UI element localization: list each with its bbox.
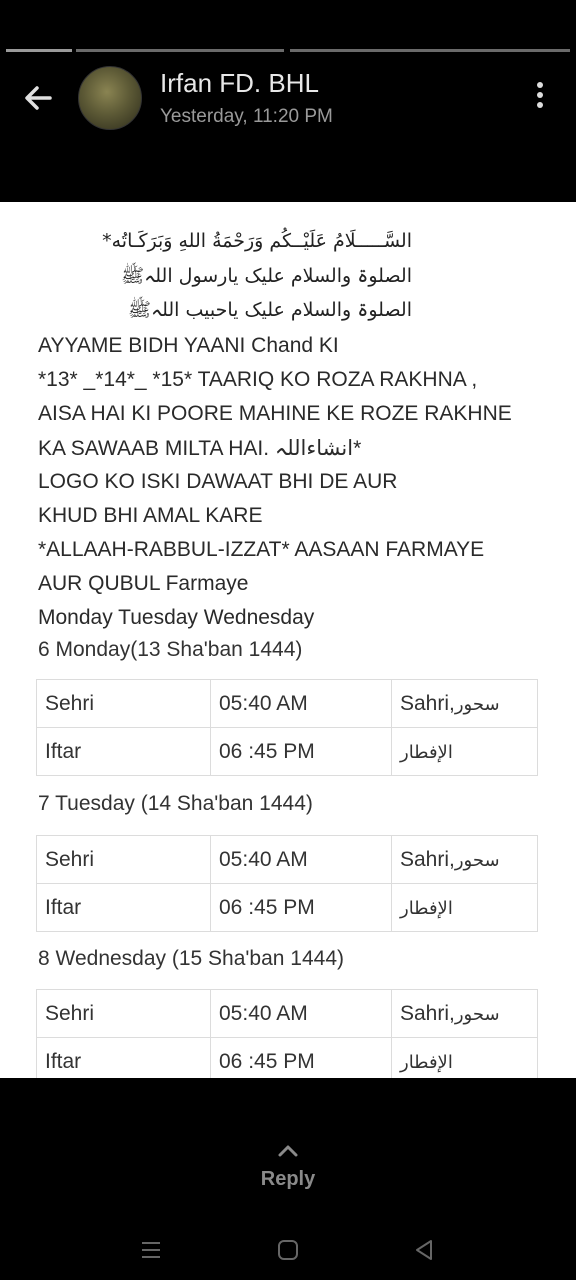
translation-arabic: سحور — [454, 693, 500, 715]
table-row: Iftar 06 :45 PM الإفطار — [36, 727, 538, 776]
avatar[interactable] — [78, 66, 142, 130]
translation-arabic: الإفطار — [400, 897, 453, 919]
day-heading-tuesday: 7 Tuesday (14 Sha'ban 1444) — [38, 792, 313, 815]
row-time: 06 :45 PM — [210, 1037, 392, 1078]
row-label: Sehri — [36, 835, 211, 884]
table-row: Iftar 06 :45 PM الإفطار — [36, 1037, 538, 1078]
story-progress-bar-3 — [290, 49, 570, 52]
row-translation: Sahri,سحور — [391, 989, 538, 1038]
table-row: Sehri 05:40 AM Sahri,سحور — [36, 989, 538, 1038]
translation-latin: Sahri, — [400, 847, 455, 871]
arabic-salutation-2: الصلوۃ والسلام علیک یاحبیب اللہﷺ — [128, 299, 412, 321]
message-image: السَّـــــلَامُ عَلَيْــكُم وَرَحْمَةُ ا… — [0, 202, 576, 1078]
message-line-5: LOGO KO ISKI DAWAAT BHI DE AUR — [38, 470, 398, 493]
story-header: Irfan FD. BHL Yesterday, 11:20 PM — [0, 60, 576, 140]
message-line-2: *13* _*14*_ *15* TAARIQ KO ROZA RAKHNA , — [38, 368, 478, 391]
row-translation: Sahri,سحور — [391, 679, 538, 728]
row-label: Iftar — [36, 1037, 211, 1078]
message-line-9: Monday Tuesday Wednesday — [38, 606, 315, 629]
timetable-monday: Sehri 05:40 AM Sahri,سحور Iftar 06 :45 P… — [36, 679, 538, 776]
message-line-3: AISA HAI KI POORE MAHINE KE ROZE RAKHNE — [38, 402, 512, 425]
message-line-7: *ALLAAH-RABBUL-IZZAT* AASAAN FARMAYE — [38, 538, 485, 561]
row-time: 06 :45 PM — [210, 883, 392, 932]
chevron-up-icon[interactable] — [276, 1142, 300, 1158]
translation-latin: Sahri, — [400, 1001, 455, 1025]
translation-arabic: سحور — [454, 1003, 500, 1025]
row-label: Iftar — [36, 883, 211, 932]
arrow-left-icon[interactable] — [20, 80, 56, 116]
row-translation: الإفطار — [391, 727, 538, 776]
table-row: Sehri 05:40 AM Sahri,سحور — [36, 679, 538, 728]
timetable-wednesday: Sehri 05:40 AM Sahri,سحور Iftar 06 :45 P… — [36, 989, 538, 1078]
timetable-tuesday: Sehri 05:40 AM Sahri,سحور Iftar 06 :45 P… — [36, 835, 538, 932]
row-translation: الإفطار — [391, 883, 538, 932]
message-line-1: AYYAME BIDH YAANI Chand KI — [38, 334, 339, 357]
row-label: Sehri — [36, 989, 211, 1038]
arabic-salutation-1: الصلوۃ والسلام علیک یارسول اللہﷺ — [121, 265, 412, 287]
row-time: 05:40 AM — [210, 679, 392, 728]
message-line-6: KHUD BHI AMAL KARE — [38, 504, 263, 527]
row-label: Sehri — [36, 679, 211, 728]
translation-arabic: الإفطار — [400, 741, 453, 763]
story-progress-bar-1 — [6, 49, 72, 52]
row-time: 06 :45 PM — [210, 727, 392, 776]
translation-arabic: سحور — [454, 849, 500, 871]
message-line-8: AUR QUBUL Farmaye — [38, 572, 249, 595]
sender-name[interactable]: Irfan FD. BHL — [160, 68, 319, 99]
translation-arabic: الإفطار — [400, 1051, 453, 1073]
post-time: Yesterday, 11:20 PM — [160, 106, 333, 127]
arabic-greeting: السَّـــــلَامُ عَلَيْــكُم وَرَحْمَةُ ا… — [102, 230, 412, 252]
day-heading-monday: 6 Monday(13 Sha'ban 1444) — [38, 638, 303, 661]
recents-icon[interactable] — [140, 1239, 162, 1261]
translation-latin: Sahri, — [400, 691, 455, 715]
row-translation: Sahri,سحور — [391, 835, 538, 884]
row-translation: الإفطار — [391, 1037, 538, 1078]
system-nav-bar — [0, 1225, 576, 1275]
back-triangle-icon[interactable] — [412, 1238, 436, 1262]
message-line-4: KA SAWAAB MILTA HAI. انشاءاللہ* — [38, 437, 362, 460]
reply-button[interactable]: Reply — [0, 1168, 576, 1191]
day-heading-wednesday: 8 Wednesday (15 Sha'ban 1444) — [38, 947, 345, 970]
more-vertical-icon[interactable] — [530, 82, 550, 116]
story-progress-bar-2 — [76, 49, 284, 52]
row-time: 05:40 AM — [210, 835, 392, 884]
row-time: 05:40 AM — [210, 989, 392, 1038]
row-label: Iftar — [36, 727, 211, 776]
table-row: Sehri 05:40 AM Sahri,سحور — [36, 835, 538, 884]
table-row: Iftar 06 :45 PM الإفطار — [36, 883, 538, 932]
home-icon[interactable] — [277, 1239, 299, 1261]
